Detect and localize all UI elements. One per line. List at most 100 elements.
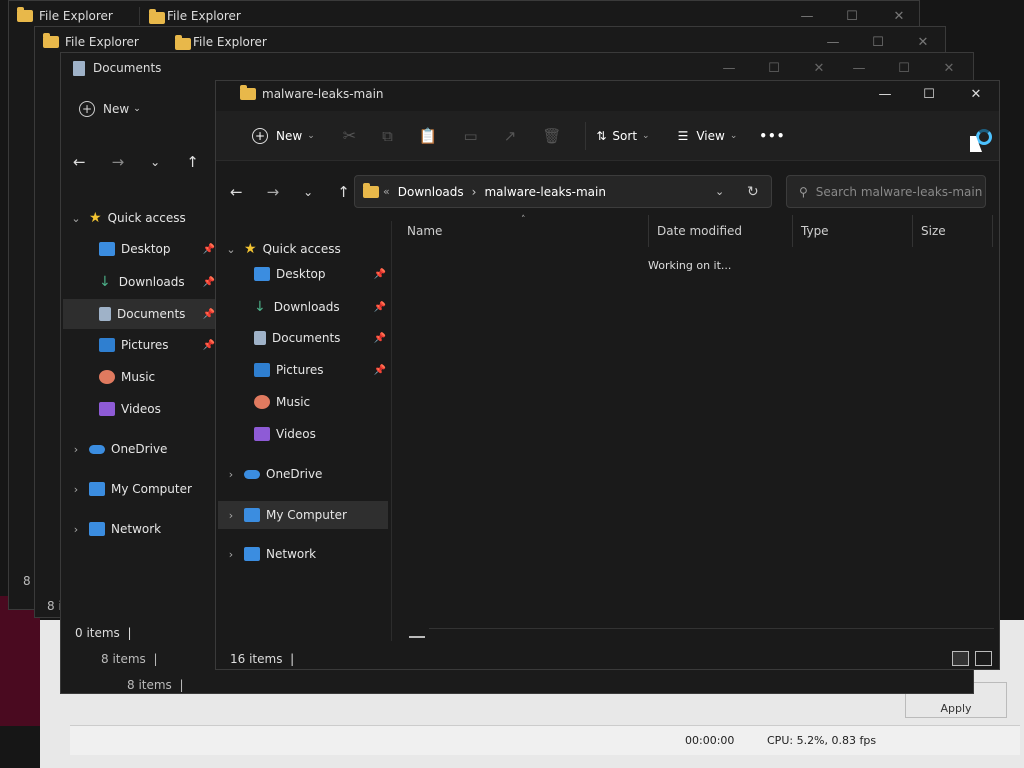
nav-buttons: ← → ⌄ ↑ xyxy=(73,153,199,171)
folder-icon xyxy=(43,33,59,48)
window-title-tab: File Explorer xyxy=(193,35,267,49)
back-arrow-icon[interactable]: ← xyxy=(73,153,86,171)
pin-icon: 📌 xyxy=(373,364,386,376)
details-view-button[interactable] xyxy=(952,651,969,666)
document-icon xyxy=(254,331,266,345)
background-app-time: 00:00:00 xyxy=(685,734,735,747)
sort-button[interactable]: ⇅ Sort ⌄ xyxy=(586,120,659,152)
maximize-button[interactable]: ☐ xyxy=(751,53,797,83)
chevron-down-icon[interactable]: ⌄ xyxy=(150,155,160,169)
download-icon: ↓ xyxy=(254,299,266,315)
forward-arrow-icon[interactable]: → xyxy=(112,153,125,171)
sidebar-item-network[interactable]: › Network xyxy=(69,522,161,536)
sidebar-item-music[interactable]: Music xyxy=(99,370,155,384)
sidebar-item-pictures[interactable]: Pictures 📌 xyxy=(99,338,215,352)
chevron-down-icon[interactable]: ⌄ xyxy=(303,185,313,199)
share-icon[interactable]: ↗ xyxy=(504,127,517,145)
sidebar-item-downloads[interactable]: ↓ Downloads 📌 xyxy=(254,299,386,315)
explorer-window-main[interactable]: malware-leaks-main — ☐ ✕ + New ⌄ ✂ ⧉ 📋 ▭ … xyxy=(215,80,1000,670)
view-button[interactable]: ☰ View ⌄ xyxy=(668,120,748,152)
new-button[interactable]: + New ⌄ xyxy=(216,120,325,152)
forward-arrow-icon[interactable]: → xyxy=(267,183,280,201)
navigation-pane: ⌄ ★ Quick access Desktop 📌 ↓ Downloads 📌 Docu… xyxy=(216,241,391,661)
breadcrumb-downloads[interactable]: Downloads xyxy=(398,185,464,199)
address-bar[interactable]: « Downloads › malware-leaks-main ⌄ ↻ xyxy=(354,175,772,208)
minimize-button[interactable]: — xyxy=(706,53,752,83)
sidebar-item-videos[interactable]: Videos xyxy=(254,427,316,441)
sort-icon: ⇅ xyxy=(596,128,607,143)
pin-icon: 📌 xyxy=(202,308,215,320)
breadcrumb-current[interactable]: malware-leaks-main xyxy=(484,185,606,199)
up-arrow-icon[interactable]: ↑ xyxy=(186,153,199,171)
nav-buttons: ← → ⌄ ↑ xyxy=(230,183,350,201)
window-title: malware-leaks-main xyxy=(262,87,384,101)
background-app-statusbar: 00:00:00 CPU: 5.2%, 0.83 fps xyxy=(70,725,1020,755)
desktop-icon xyxy=(254,267,270,281)
sidebar-item-quick-access[interactable]: ⌄ ★ Quick access xyxy=(224,241,340,257)
minimize-button[interactable]: — xyxy=(836,53,882,83)
rename-icon[interactable]: ▭ xyxy=(464,127,478,145)
folder-icon xyxy=(149,9,165,24)
refresh-icon[interactable]: ↻ xyxy=(747,184,759,200)
sidebar-item-desktop[interactable]: Desktop 📌 xyxy=(99,242,215,256)
download-icon: ↓ xyxy=(99,274,111,290)
close-button[interactable]: ✕ xyxy=(926,53,972,83)
sort-ascending-icon: ˄ xyxy=(521,215,526,225)
star-icon: ★ xyxy=(244,241,257,257)
pin-icon: 📌 xyxy=(202,276,215,288)
sidebar-item-documents[interactable]: Documents 📌 xyxy=(254,331,386,345)
column-header-name[interactable]: Name ˄ xyxy=(399,215,649,247)
videos-icon xyxy=(99,402,115,416)
up-arrow-icon[interactable]: ↑ xyxy=(337,183,350,201)
chevron-right-icon: › xyxy=(471,184,477,199)
column-header-type[interactable]: Type xyxy=(793,215,913,247)
pane-divider[interactable] xyxy=(391,221,392,641)
pin-icon: 📌 xyxy=(373,268,386,280)
sidebar-item-desktop[interactable]: Desktop 📌 xyxy=(254,267,386,281)
sidebar-item-documents[interactable]: Documents 📌 xyxy=(63,299,217,329)
copy-icon[interactable]: ⧉ xyxy=(382,127,393,145)
sidebar-item-onedrive[interactable]: › OneDrive xyxy=(224,467,323,481)
horizontal-scrollbar[interactable] xyxy=(409,636,425,638)
cloud-icon xyxy=(244,469,260,479)
status-text: 16 items | xyxy=(230,652,295,666)
view-icon: ☰ xyxy=(677,128,689,143)
document-icon xyxy=(99,307,111,321)
pin-icon: 📌 xyxy=(202,243,215,255)
close-button[interactable]: ✕ xyxy=(953,81,999,107)
pin-icon: 📌 xyxy=(202,339,215,351)
window-title: File Explorer xyxy=(39,9,113,23)
tiles-view-button[interactable] xyxy=(975,651,992,666)
back-arrow-icon[interactable]: ← xyxy=(230,183,243,201)
delete-icon[interactable]: 🗑 xyxy=(542,127,561,145)
sidebar-item-network[interactable]: › Network xyxy=(224,547,316,561)
minimize-button[interactable]: — xyxy=(862,81,908,107)
breadcrumb-overflow[interactable]: « xyxy=(383,185,390,198)
music-icon xyxy=(99,370,115,384)
maximize-button[interactable]: ☐ xyxy=(906,81,952,107)
maximize-button[interactable]: ☐ xyxy=(881,53,927,83)
sidebar-item-videos[interactable]: Videos xyxy=(99,402,161,416)
pictures-icon xyxy=(99,338,115,352)
column-header-date-modified[interactable]: Date modified xyxy=(649,215,793,247)
new-button[interactable]: + New ⌄ xyxy=(79,101,141,117)
status-text: 0 items | xyxy=(75,626,132,640)
sidebar-item-downloads[interactable]: ↓ Downloads 📌 xyxy=(99,274,215,290)
sidebar-item-music[interactable]: Music xyxy=(254,395,310,409)
sidebar-item-my-computer[interactable]: › My Computer xyxy=(69,482,192,496)
sidebar-item-my-computer[interactable]: › My Computer xyxy=(218,501,388,529)
folder-icon xyxy=(17,7,33,22)
sidebar-item-onedrive[interactable]: › OneDrive xyxy=(69,442,168,456)
column-header-size[interactable]: Size xyxy=(913,215,993,247)
more-options-button[interactable]: ••• xyxy=(749,120,795,152)
sidebar-item-quick-access[interactable]: ⌄ ★ Quick access xyxy=(69,210,185,226)
search-input[interactable]: ⚲ Search malware-leaks-main xyxy=(786,175,986,208)
sidebar-item-pictures[interactable]: Pictures 📌 xyxy=(254,363,386,377)
plus-icon: + xyxy=(252,127,268,144)
chevron-down-icon[interactable]: ⌄ xyxy=(715,185,724,198)
window-title-tab: File Explorer xyxy=(167,9,241,23)
paste-icon[interactable]: 📋 xyxy=(419,127,438,145)
computer-icon xyxy=(244,508,260,522)
cut-icon[interactable]: ✂ xyxy=(343,126,356,145)
document-icon xyxy=(73,60,85,76)
